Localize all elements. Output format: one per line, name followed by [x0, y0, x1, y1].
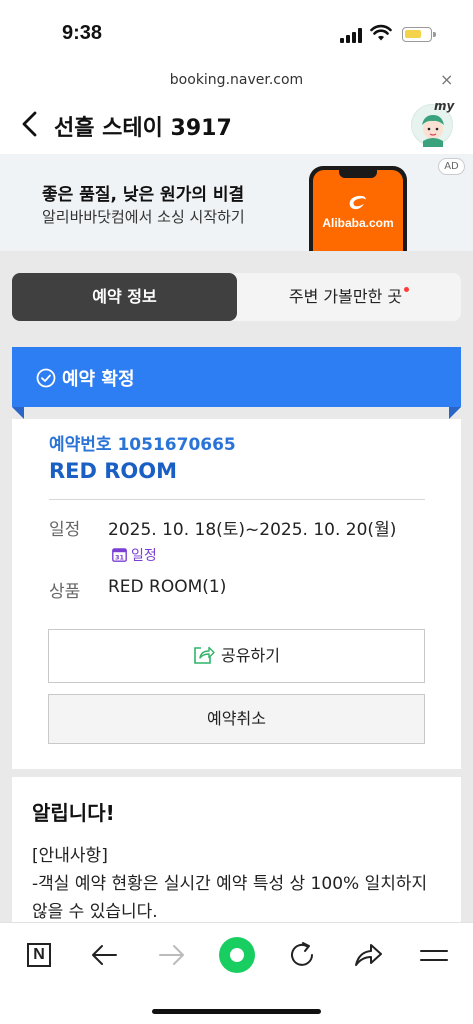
bottom-toolbar: N	[0, 922, 473, 1024]
schedule-value: 2025. 10. 18(토)~2025. 10. 20(월)	[108, 520, 397, 540]
page-header: 선흘 스테이 3917 my	[0, 96, 473, 154]
add-calendar-link[interactable]: 31 일정	[112, 545, 157, 565]
cancel-reservation-button[interactable]: 예약취소	[48, 694, 425, 744]
tab-label: 주변 가볼만한 곳	[288, 287, 403, 306]
cancel-button-label: 예약취소	[207, 709, 266, 728]
tab-label: 예약 정보	[92, 287, 157, 306]
calendar-icon: 31	[112, 548, 127, 562]
back-arrow-icon[interactable]	[88, 939, 122, 971]
page-title: 선흘 스테이 3917	[54, 116, 232, 141]
add-calendar-label: 일정	[131, 548, 157, 564]
status-banner: 예약 확정	[12, 347, 461, 407]
notice-card: 알립니다! [안내사항] -객실 예약 현황은 실시간 예약 특성 상 100%…	[12, 777, 461, 922]
share-button-label: 공유하기	[221, 646, 280, 665]
notice-line: 않을 수 있습니다.	[32, 902, 158, 922]
menu-icon[interactable]	[417, 939, 451, 971]
notice-line: [안내사항]	[32, 846, 108, 866]
notice-title: 알립니다!	[32, 801, 115, 825]
new-dot-badge	[404, 287, 410, 292]
divider	[49, 499, 425, 500]
green-dot-icon[interactable]	[219, 937, 255, 973]
main-content: 예약 정보 주변 가볼만한 곳 예약 확정 예약번호 1051670665 RE…	[0, 251, 473, 922]
naver-home-icon[interactable]: N	[27, 943, 51, 967]
product-label: 상품	[49, 582, 81, 602]
share-icon	[194, 646, 215, 664]
ad-badge[interactable]: AD	[438, 158, 465, 175]
ad-subtext: 알리바바닷컴에서 소싱 시작하기	[42, 208, 245, 226]
back-chevron-icon[interactable]	[18, 110, 42, 138]
room-name: RED ROOM	[49, 459, 178, 483]
refresh-icon[interactable]	[285, 939, 319, 971]
forward-arrow-icon[interactable]	[154, 939, 188, 971]
url-bar: booking.naver.com ×	[0, 68, 473, 94]
tab-nearby-places[interactable]: 주변 가볼만한 곳	[237, 273, 461, 321]
ad-phone-image: Alibaba.com	[309, 166, 407, 251]
ad-banner[interactable]: 좋은 품질, 낮은 원가의 비결 알리바바닷컴에서 소싱 시작하기 Alibab…	[0, 154, 473, 251]
status-time: 9:38	[62, 22, 103, 44]
reservation-card: 예약번호 1051670665 RED ROOM 일정 2025. 10. 18…	[12, 419, 461, 769]
reservation-number: 예약번호 1051670665	[49, 435, 236, 455]
battery-icon	[402, 27, 436, 42]
status-bar: 9:38	[0, 0, 473, 68]
product-value: RED ROOM(1)	[108, 577, 227, 597]
tab-reservation-info[interactable]: 예약 정보	[12, 273, 237, 321]
avatar[interactable]: my	[411, 99, 454, 147]
ad-brand: Alibaba.com	[322, 216, 394, 230]
banner-fold-left	[12, 407, 24, 419]
alibaba-logo-icon	[349, 195, 366, 210]
banner-fold-right	[449, 407, 461, 419]
svg-text:31: 31	[115, 554, 125, 562]
url-text: booking.naver.com	[169, 72, 304, 88]
notice-line: -객실 예약 현황은 실시간 예약 특성 상 100% 일치하지	[32, 874, 428, 894]
cellular-signal-icon	[340, 27, 364, 43]
check-circle-icon	[36, 368, 56, 388]
ad-headline: 좋은 품질, 낮은 원가의 비결	[42, 185, 245, 205]
share-button[interactable]: 공유하기	[48, 629, 425, 683]
close-icon[interactable]: ×	[440, 70, 453, 89]
schedule-label: 일정	[49, 520, 81, 540]
wifi-icon	[370, 24, 392, 41]
avatar-badge: my	[434, 99, 455, 113]
share-icon[interactable]	[351, 939, 385, 971]
status-banner-label: 예약 확정	[62, 369, 135, 390]
home-indicator	[152, 1009, 321, 1014]
tab-bar: 예약 정보 주변 가볼만한 곳	[12, 273, 461, 321]
